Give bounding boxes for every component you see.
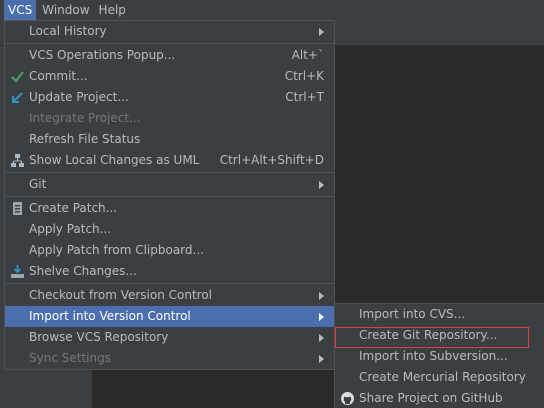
menu-bar: VCS Window Help [0,0,544,20]
submenu-arrow-icon [319,333,324,342]
menu-item-shortcut: Ctrl+K [284,69,324,83]
menu-item-apply-patch-clipboard[interactable]: Apply Patch from Clipboard... [5,240,334,261]
menu-item-git[interactable]: Git [5,174,334,195]
menu-item-label: Local History [29,24,107,38]
menu-item-show-local-changes-uml[interactable]: Show Local Changes as UML Ctrl+Alt+Shift… [5,150,334,171]
menu-item-label: Commit... [29,69,88,83]
menu-item-label: Import into Subversion... [359,349,508,363]
menu-item-label: Apply Patch... [29,222,112,236]
menu-item-label: Create Git Repository... [359,328,498,342]
menu-window[interactable]: Window [39,0,92,20]
menu-item-label: Create Patch... [29,201,118,215]
menu-item-integrate-project: Integrate Project... [5,108,334,129]
menu-item-label: Show Local Changes as UML [29,153,200,167]
menu-item-create-hg-repo[interactable]: Create Mercurial Repository [335,367,544,388]
menu-item-apply-patch[interactable]: Apply Patch... [5,219,334,240]
menu-separator [5,196,334,197]
menu-item-shortcut: Ctrl+Alt+Shift+D [219,153,324,167]
menu-item-label: Checkout from Version Control [29,288,213,302]
menu-item-shelve-changes[interactable]: Shelve Changes... [5,261,334,282]
menu-item-import-cvs[interactable]: Import into CVS... [335,304,544,325]
github-icon [340,391,355,406]
menu-separator [5,172,334,173]
menu-help[interactable]: Help [96,0,129,20]
menu-item-shortcut: Alt+` [291,48,324,62]
update-arrow-icon [10,90,25,105]
menu-item-label: Shelve Changes... [29,264,137,278]
menu-item-label: Refresh File Status [29,132,141,146]
submenu-arrow-icon [319,291,324,300]
menu-item-label: Git [29,177,47,191]
menu-item-label: Browse VCS Repository [29,330,169,344]
import-submenu: Import into CVS... Create Git Repository… [334,303,544,408]
shelve-icon [10,264,25,279]
menu-item-checkout-vc[interactable]: Checkout from Version Control [5,285,334,306]
menu-separator [5,43,334,44]
vcs-menu: Local History VCS Operations Popup... Al… [4,20,335,370]
menu-item-import-svn[interactable]: Import into Subversion... [335,346,544,367]
menu-item-label: Import into CVS... [359,307,466,321]
menu-item-local-history[interactable]: Local History [5,21,334,42]
menu-item-shortcut: Ctrl+T [285,90,324,104]
menu-item-label: Create Mercurial Repository [359,370,526,384]
menu-item-label: VCS Operations Popup... [29,48,176,62]
menu-item-share-github[interactable]: Share Project on GitHub [335,388,544,408]
submenu-arrow-icon [319,180,324,189]
menu-item-sync-settings: Sync Settings [5,348,334,369]
menu-item-label: Update Project... [29,90,129,104]
submenu-arrow-icon [319,354,324,363]
menu-separator [5,283,334,284]
menu-item-label: Apply Patch from Clipboard... [29,243,204,257]
menu-item-label: Sync Settings [29,351,111,365]
menu-vcs[interactable]: VCS [4,0,37,20]
uml-diagram-icon [10,153,25,168]
menu-item-update-project[interactable]: Update Project... Ctrl+T [5,87,334,108]
patch-icon [10,201,25,216]
menu-item-label: Share Project on GitHub [359,391,503,405]
menu-item-refresh-file-status[interactable]: Refresh File Status [5,129,334,150]
menu-item-create-patch[interactable]: Create Patch... [5,198,334,219]
submenu-arrow-icon [319,312,324,321]
menu-item-import-vc[interactable]: Import into Version Control [5,306,334,327]
menu-item-label: Import into Version Control [29,309,191,323]
commit-check-icon [10,69,25,84]
menu-item-create-git-repo[interactable]: Create Git Repository... [335,325,544,346]
menu-item-browse-vcs-repo[interactable]: Browse VCS Repository [5,327,334,348]
menu-item-label: Integrate Project... [29,111,141,125]
menu-item-commit[interactable]: Commit... Ctrl+K [5,66,334,87]
menu-item-vcs-operations-popup[interactable]: VCS Operations Popup... Alt+` [5,45,334,66]
submenu-arrow-icon [319,27,324,36]
